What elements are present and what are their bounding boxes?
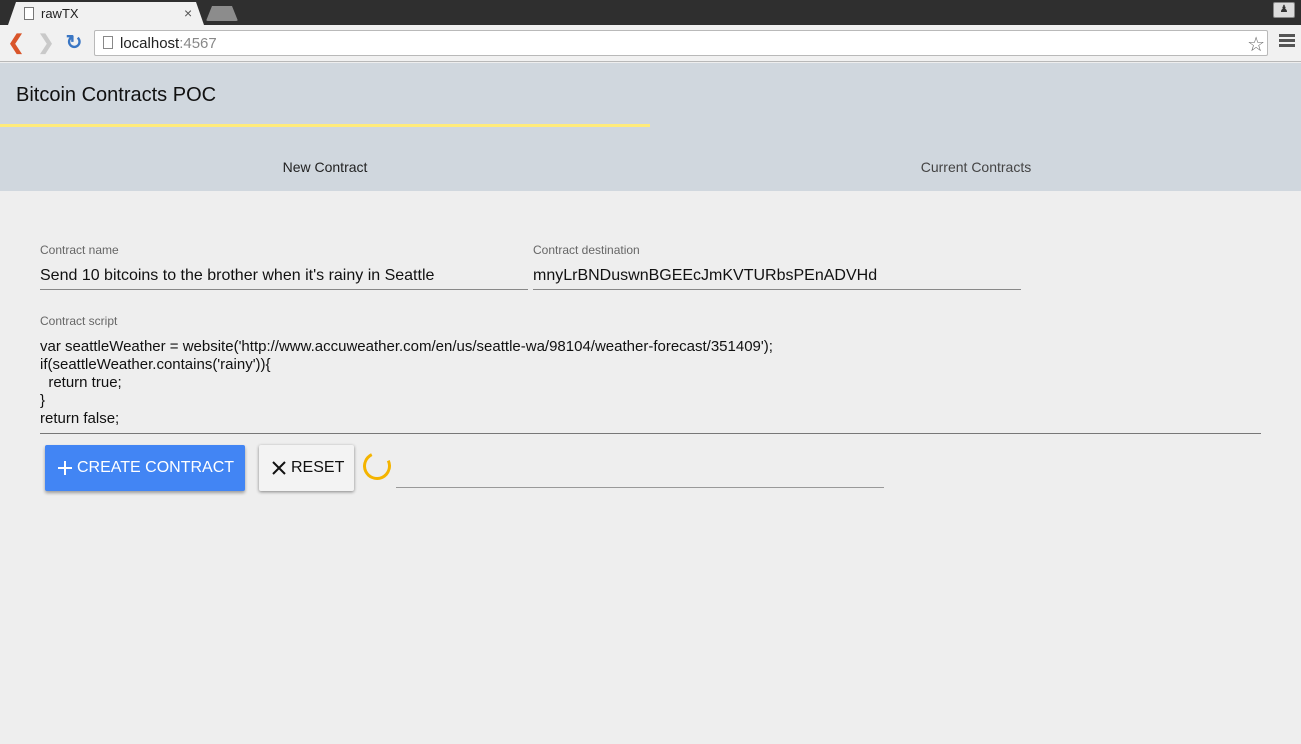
back-icon[interactable]: ❮ [5, 32, 27, 54]
new-tab-button[interactable] [206, 6, 238, 21]
contract-script-textarea[interactable]: var seattleWeather = website('http://www… [40, 338, 1261, 434]
contract-name-input[interactable]: Send 10 bitcoins to the brother when it'… [40, 262, 528, 290]
tab-bar: New Contract Current Contracts [0, 150, 1301, 191]
page-title: Bitcoin Contracts POC [16, 84, 217, 106]
app-header: Bitcoin Contracts POC New Contract Curre… [0, 63, 1301, 191]
status-input[interactable] [396, 487, 884, 488]
script-line: var seattleWeather = website('http://www… [40, 338, 773, 355]
contract-name-label: Contract name [40, 243, 119, 257]
profile-icon[interactable]: ♟ [1273, 2, 1295, 18]
active-tab-indicator [0, 124, 650, 127]
url-port: :4567 [179, 35, 217, 52]
url-host: localhost [120, 35, 180, 52]
forward-icon[interactable]: ❯ [35, 32, 57, 54]
create-contract-button[interactable]: CREATE CONTRACT [45, 445, 245, 491]
browser-tab[interactable]: rawTX × [8, 2, 204, 25]
create-contract-label: CREATE CONTRACT [77, 459, 235, 476]
contract-destination-input[interactable]: mnyLrBNDuswnBGEEcJmKVTURbsPEnADVHd [533, 262, 1021, 290]
close-icon [271, 460, 287, 476]
bookmark-star-icon[interactable]: ☆ [1247, 32, 1265, 57]
tab-current-contracts[interactable]: Current Contracts [651, 150, 1301, 191]
reset-label: RESET [291, 459, 345, 476]
script-line: return false; [40, 410, 120, 427]
page-icon [103, 36, 113, 49]
loading-spinner-icon [359, 448, 395, 484]
reload-icon[interactable]: ↻ [63, 32, 85, 54]
script-line: if(seattleWeather.contains('rainy')){ [40, 356, 271, 373]
tab-new-contract[interactable]: New Contract [0, 150, 650, 191]
browser-toolbar: ❮ ❯ ↻ localhost:4567 ☆ [0, 25, 1301, 62]
script-line: } [40, 392, 46, 409]
address-bar[interactable]: localhost:4567 ☆ [94, 30, 1268, 56]
browser-menu-icon[interactable] [1279, 34, 1295, 52]
browser-tabstrip: rawTX × ♟ [0, 0, 1301, 25]
browser-tab-title: rawTX [41, 6, 79, 21]
url-text[interactable]: localhost:4567 [120, 35, 217, 52]
plus-icon [57, 460, 73, 476]
reset-button[interactable]: RESET [259, 445, 354, 491]
contract-destination-label: Contract destination [533, 243, 640, 257]
page-icon [24, 7, 34, 20]
contract-script-label: Contract script [40, 314, 118, 328]
close-icon[interactable]: × [184, 5, 192, 21]
script-line: return true; [40, 374, 122, 391]
